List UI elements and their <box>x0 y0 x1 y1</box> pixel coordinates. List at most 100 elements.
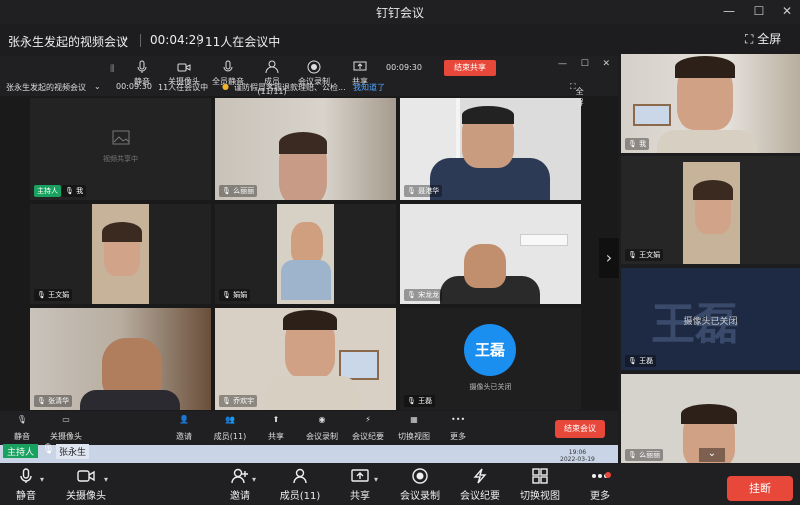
tile-name: 🎙 我 <box>625 138 650 150</box>
label: 更多 <box>450 432 466 441</box>
camera-label: 关摄像头 <box>66 491 106 502</box>
meeting-info-bar: 张永生发起的视频会议 ⌄ 00:04:29 11人在会议中 <box>0 24 620 56</box>
mic-muted-icon: 🎙 <box>37 291 46 299</box>
meeting-duration: 00:04:29 <box>150 33 204 47</box>
record-icon <box>307 60 321 74</box>
chevron-down-icon[interactable]: ⌄ <box>699 448 725 462</box>
share-screen-icon <box>353 61 367 71</box>
video-tile-participant[interactable]: 🎙 王文娟 <box>30 204 211 304</box>
grid-icon: ▦ <box>410 415 418 424</box>
switch-view-button[interactable]: 切换视图 <box>508 466 572 502</box>
record-icon <box>412 468 428 484</box>
chevron-down-icon[interactable]: ⌄ <box>120 30 130 44</box>
video-tile-me[interactable]: 视频共享中 主持人 🎙 我 <box>30 98 211 200</box>
participant-count: 11人在会议中 <box>205 35 281 49</box>
inner-bottom-invite-button[interactable]: 👤 邀请 <box>162 413 206 442</box>
mic-muted-icon: 🎙 <box>628 357 637 365</box>
invite-button[interactable]: 邀请 <box>208 466 272 502</box>
tile-name-text: 么丽丽 <box>233 187 255 195</box>
video-tile-participant[interactable]: 🎙 聂港华 <box>400 98 581 200</box>
lightning-icon: ⚡ <box>365 415 371 424</box>
mic-muted-icon: 🎙 <box>407 187 416 195</box>
mute-button[interactable]: 静音 <box>0 466 58 502</box>
mute-label: 静音 <box>16 491 36 502</box>
inner-fullscreen-button[interactable]: ⛶ 全屏 <box>570 82 584 107</box>
tile-name: 🎙 宋龙龙 <box>404 289 443 301</box>
meeting-name[interactable]: 张永生发起的视频会议 <box>8 33 128 50</box>
inner-bottom-camera-button[interactable]: ▭ 关摄像头 <box>44 413 88 442</box>
inner-duration: 00:09:30 <box>116 82 152 91</box>
close-button[interactable]: ✕ <box>776 2 798 20</box>
inner-bottom-more-button[interactable]: ••• 更多 <box>436 413 480 442</box>
video-tile-participant[interactable]: 王磊 摄像头已关闭 🎙 王磊 <box>400 308 581 410</box>
sharing-placeholder: 视频共享中 <box>103 155 138 163</box>
inner-minimize-button[interactable]: — <box>558 59 567 69</box>
next-page-arrow[interactable]: › <box>599 238 619 278</box>
video-tile-participant[interactable]: 🎙 宋龙龙 <box>400 204 581 304</box>
tile-name-text: 宋龙龙 <box>418 291 440 299</box>
video-tile-participant[interactable]: 🎙 娟娟 <box>215 204 396 304</box>
maximize-button[interactable]: ☐ <box>748 2 770 20</box>
tile-name: 🎙 张清华 <box>34 395 73 407</box>
caret-icon[interactable]: ▾ <box>374 475 378 484</box>
tile-name: 🎙 娟娟 <box>219 289 251 301</box>
inner-count: 11人在会议中 <box>158 83 209 92</box>
clock-time: 19:06 <box>568 449 587 456</box>
inner-bottom-switch-view-button[interactable]: ▦ 切换视图 <box>392 413 436 442</box>
share-screen-icon: ⬆ <box>272 415 280 424</box>
video-tile-participant[interactable]: 🎙 乔欢宇 <box>215 308 396 410</box>
inner-bottom-record-button[interactable]: ◉ 会议录制 <box>300 413 344 442</box>
mic-icon <box>223 60 233 72</box>
tile-name: 🎙 王文娟 <box>34 289 73 301</box>
drag-handle-icon[interactable]: ⦀ <box>110 64 114 75</box>
windows-taskbar <box>0 445 618 463</box>
side-video-participant[interactable]: 🎙 么丽丽 ⌄ <box>621 374 800 464</box>
tile-name-text: 王文娟 <box>639 251 661 259</box>
record-label: 会议录制 <box>400 491 440 502</box>
share-label: 共享 <box>350 491 370 502</box>
inner-window-controls: — ☐ ✕ <box>558 59 610 69</box>
inner-bottom-minutes-button[interactable]: ⚡ 会议纪要 <box>346 413 390 442</box>
chevron-down-icon[interactable]: ⌄ <box>94 82 101 91</box>
tile-name: 🎙 么丽丽 <box>625 449 664 461</box>
caret-icon[interactable]: ▾ <box>104 475 108 484</box>
end-share-button[interactable]: 结束共享 <box>444 60 496 76</box>
video-tile-participant[interactable]: 🎙 么丽丽 <box>215 98 396 200</box>
fullscreen-label: 全屏 <box>757 32 782 46</box>
taskbar-clock: 19:06 2022-03-19 <box>560 449 595 463</box>
more-button[interactable]: 更多 <box>568 466 632 502</box>
caret-icon[interactable]: ▾ <box>252 475 256 484</box>
tile-name: 🎙 聂港华 <box>404 185 443 197</box>
side-video-participant[interactable]: 🎙 王文娟 <box>621 156 800 264</box>
side-video-participant[interactable]: 王磊 摄像头已关闭 🎙 王磊 <box>621 268 800 370</box>
tile-name-text: 我 <box>639 140 647 148</box>
inner-maximize-button[interactable]: ☐ <box>581 59 589 69</box>
video-tile-participant[interactable]: 🎙 张清华 <box>30 308 211 410</box>
minimize-button[interactable]: — <box>718 2 740 20</box>
camera-icon <box>77 470 95 482</box>
fullscreen-button[interactable]: ⛶ 全屏 <box>745 30 781 47</box>
switch-view-label: 切换视图 <box>520 491 560 502</box>
record-button[interactable]: 会议录制 <box>388 466 452 502</box>
warning-icon: ● <box>222 82 229 91</box>
members-button[interactable]: 成员(11) <box>268 466 332 502</box>
tile-name-text: 张清华 <box>48 397 70 405</box>
mic-muted-icon: 🎙 <box>407 397 416 405</box>
tile-name: 🎙 乔欢宇 <box>219 395 258 407</box>
window-title: 钉钉会议 <box>375 6 424 20</box>
inner-bottom-mute-button[interactable]: 🎙 静音 <box>0 413 44 442</box>
tile-name-text: 娟娟 <box>233 291 248 299</box>
inner-bottom-members-button[interactable]: 👥 成员(11) <box>208 413 252 442</box>
side-video-me[interactable]: 🎙 我 <box>621 54 800 153</box>
hangup-button[interactable]: 挂断 <box>727 476 793 501</box>
share-button[interactable]: 共享 <box>328 466 392 502</box>
inner-close-button[interactable]: ✕ <box>602 59 610 69</box>
camera-button[interactable]: 关摄像头 <box>54 466 118 502</box>
user-icon <box>293 468 307 484</box>
minutes-button[interactable]: 会议纪要 <box>448 466 512 502</box>
caret-icon[interactable]: ▾ <box>40 475 44 484</box>
inner-bottom-share-button[interactable]: ⬆ 共享 <box>254 413 298 442</box>
notice-dismiss-link[interactable]: 我知道了 <box>353 82 385 93</box>
end-meeting-button[interactable]: 结束会议 <box>555 420 605 438</box>
inner-meeting-name[interactable]: 张永生发起的视频会议 <box>6 82 86 93</box>
